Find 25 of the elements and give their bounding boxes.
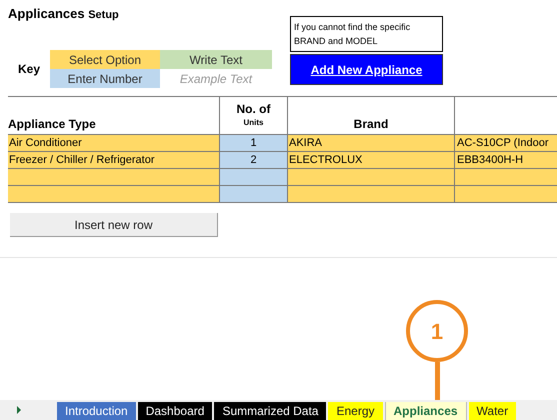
sheet-tab[interactable]: Water: [468, 402, 516, 420]
note-box: If you cannot find the specific BRAND and MODEL: [290, 16, 443, 52]
table-cell: Air Conditioner: [8, 135, 220, 152]
sheet-title: Applicances Setup: [8, 5, 120, 23]
sheet-tab[interactable]: Summarized Data: [214, 402, 326, 420]
scroll-right-icon[interactable]: [17, 406, 21, 414]
sheet-tab[interactable]: Dashboard: [138, 402, 212, 420]
key-cell: Enter Number: [50, 69, 160, 88]
key-label: Key: [16, 61, 41, 78]
table-cell: AKIRA: [288, 135, 455, 152]
table-cell: 1: [220, 135, 288, 152]
table-cell: [220, 186, 288, 203]
sheet-tab[interactable]: Energy: [328, 402, 383, 420]
table-cell: [220, 169, 288, 186]
table-cell: 2: [220, 152, 288, 169]
table-cell: Freezer / Chiller / Refrigerator: [8, 152, 220, 169]
table-cell: AC-S10CP (Indoor: [455, 135, 557, 152]
key-cell: Write Text: [160, 50, 272, 69]
key-cell: Select Option: [50, 50, 160, 69]
sheet-tab[interactable]: Appliances: [384, 402, 467, 420]
insert-row-button[interactable]: Insert new row: [10, 213, 218, 237]
add-appliance-button[interactable]: Add New Appliance: [290, 54, 443, 85]
table-cell: EBB3400H-H: [455, 152, 557, 169]
sheet-tab[interactable]: Introduction: [57, 402, 136, 420]
table-cell: ELECTROLUX: [288, 152, 455, 169]
